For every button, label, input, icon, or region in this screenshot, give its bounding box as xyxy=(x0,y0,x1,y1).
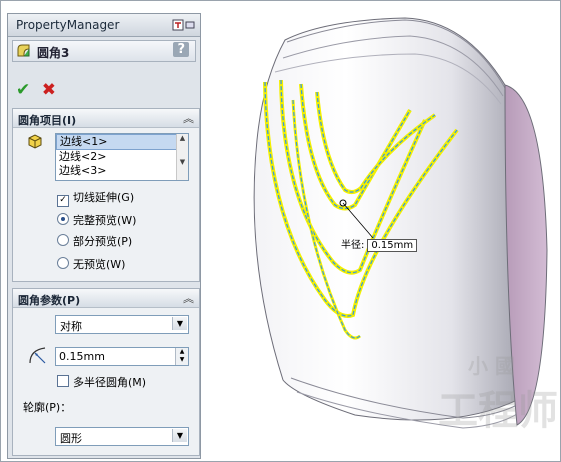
edge-selection-list[interactable]: 边线<1> 边线<2> 边线<3> ▲ ▼ xyxy=(55,133,189,181)
list-item[interactable]: 边线<1> xyxy=(56,134,188,150)
collapse-chevron-icon[interactable]: ︽ xyxy=(183,110,194,126)
chevron-down-icon[interactable]: ▼ xyxy=(172,429,187,442)
checkbox-checked-icon[interactable]: ✓ xyxy=(57,195,69,207)
radius-value: 0.15mm xyxy=(59,350,105,363)
full-preview-radio[interactable]: 完整预览(W) xyxy=(57,212,136,228)
multi-radius-label: 多半径圆角(M) xyxy=(73,376,147,389)
partial-preview-radio[interactable]: 部分预览(P) xyxy=(57,233,132,249)
fillet-items-group: 圆角项目(I) ︽ 边线<1> 边线<2> 边线<3> ▲ ▼ ✓ 切线延伸(G) … xyxy=(12,108,200,282)
feature-name: 圆角3 xyxy=(37,46,70,60)
cancel-button[interactable]: ✖ xyxy=(42,80,56,100)
fillet-params-header[interactable]: 圆角参数(P) ︽ xyxy=(13,289,199,308)
fillet-type-dropdown[interactable]: 对称 ▼ xyxy=(55,315,189,334)
ok-cancel-row: ✔ ✖ xyxy=(16,80,64,100)
list-scrollbar[interactable]: ▲ ▼ xyxy=(176,134,188,180)
fillet-params-title: 圆角参数(P) xyxy=(18,294,81,307)
fillet-feature-icon xyxy=(17,44,30,57)
multi-radius-checkbox[interactable]: 多半径圆角(M) xyxy=(57,374,146,390)
dimension-label: 半径: xyxy=(341,240,365,251)
ok-button[interactable]: ✔ xyxy=(16,80,30,100)
checkbox-icon[interactable] xyxy=(57,375,69,387)
fillet-params-group: 圆角参数(P) ︽ 对称 ▼ 0.15mm ▲ ▼ 多半径圆角(M) 轮廓(P)：… xyxy=(12,288,200,456)
tangent-propagation-checkbox[interactable]: ✓ 切线延伸(G) xyxy=(57,189,134,207)
radius-icon xyxy=(29,347,46,364)
dimension-value[interactable]: 0.15mm xyxy=(367,239,418,252)
profile-dropdown[interactable]: 圆形 ▼ xyxy=(55,427,189,446)
list-item[interactable]: 边线<3> xyxy=(56,164,188,178)
radius-stepper[interactable]: ▲ ▼ xyxy=(175,348,188,365)
full-preview-label: 完整预览(W) xyxy=(73,214,137,227)
fillet-items-header[interactable]: 圆角项目(I) ︽ xyxy=(13,109,199,128)
property-manager-title: PropertyManager xyxy=(16,18,120,32)
watermark-top: 小 國 xyxy=(468,354,515,378)
help-icon[interactable]: ? xyxy=(173,42,189,57)
profile-label: 轮廓(P)： xyxy=(23,401,72,414)
tangent-propagation-label: 切线延伸(G) xyxy=(73,191,135,204)
property-manager-titlebar: PropertyManager xyxy=(8,14,200,37)
no-preview-label: 无预览(W) xyxy=(73,258,126,271)
radio-icon[interactable] xyxy=(57,234,69,246)
property-manager-panel: PropertyManager 圆角3 ? ✔ ✖ 圆角项目(I) ︽ 边线<1… xyxy=(7,13,201,459)
radius-input[interactable]: 0.15mm ▲ ▼ xyxy=(55,347,189,366)
radio-selected-icon[interactable] xyxy=(57,213,69,225)
collapse-chevron-icon[interactable]: ︽ xyxy=(183,290,194,306)
fillet-items-title: 圆角项目(I) xyxy=(18,114,77,127)
profile-value: 圆形 xyxy=(60,432,82,445)
feature-header: 圆角3 ? xyxy=(12,40,196,62)
watermark-bottom: 工程师 xyxy=(438,387,558,434)
radio-icon[interactable] xyxy=(57,257,69,269)
list-item[interactable]: 边线<2> xyxy=(56,150,188,164)
no-preview-radio[interactable]: 无预览(W) xyxy=(57,256,125,272)
fillet-type-value: 对称 xyxy=(60,320,82,333)
pin-icon[interactable] xyxy=(172,19,196,31)
partial-preview-label: 部分预览(P) xyxy=(73,235,133,248)
edge-selection-icon xyxy=(28,134,42,149)
chevron-down-icon[interactable]: ▼ xyxy=(172,317,187,330)
radius-dimension-callout[interactable]: 半径: 0.15mm xyxy=(341,236,418,252)
